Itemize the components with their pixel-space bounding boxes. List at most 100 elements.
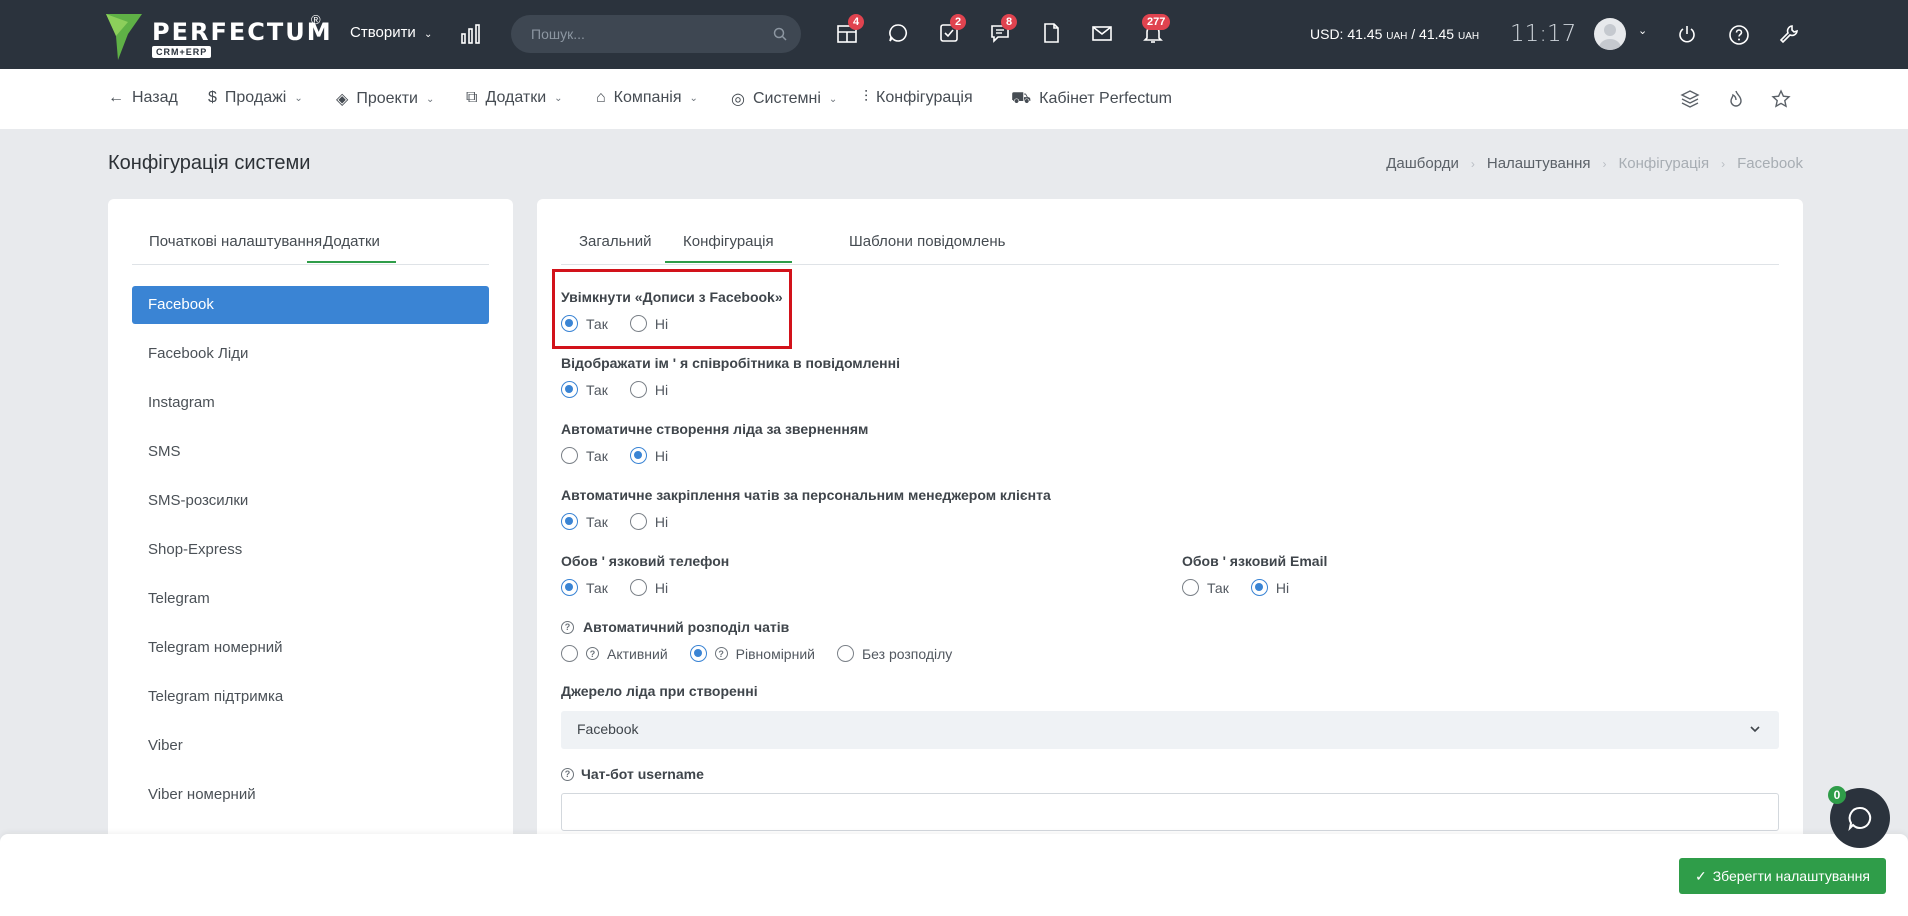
radio-no[interactable] (1250, 579, 1268, 596)
save-settings-button[interactable]: ✓ Зберегти налаштування (1678, 858, 1886, 894)
sidebar-item-instagram[interactable]: Instagram (132, 384, 489, 422)
radio-yes[interactable] (561, 513, 578, 530)
radio-yes[interactable] (561, 447, 578, 464)
sidebar-item-facebook[interactable]: Facebook (132, 286, 489, 324)
radio-label: Так (1207, 579, 1229, 596)
radio-no[interactable] (629, 447, 647, 464)
radio-group-auto-assign-manager: Так Ні (561, 513, 668, 530)
projects-badge: 4 (848, 14, 865, 30)
nav-addons-label: Додатки (485, 89, 547, 106)
currency-unit-2: UAH (1457, 31, 1480, 42)
messages-icon[interactable]: 8 (989, 14, 1018, 48)
nav-projects[interactable]: ◈ Проекти ⌄ (336, 89, 434, 109)
cart-icon: ⛟ (1011, 90, 1032, 107)
nav-company-label: Компанія (613, 89, 682, 106)
radio-group-show-employee-name: Так Ні (561, 381, 668, 398)
wrench-icon[interactable] (1778, 23, 1800, 45)
radio-no[interactable] (629, 513, 647, 530)
field-label-auto-assign-manager: Автоматичне закріплення чатів за персона… (561, 487, 1051, 503)
globe-icon: ◎ (731, 91, 745, 108)
addons-sidebar: Початкові налаштування Додатки Facebook … (108, 199, 513, 899)
fire-icon[interactable] (1726, 89, 1746, 109)
radio-none[interactable] (836, 645, 854, 662)
nav-config[interactable]: ⫶ Конфігурація (864, 89, 973, 107)
radio-label: Ні (654, 447, 669, 464)
star-icon[interactable] (1771, 89, 1791, 109)
currency-rate: USD: 41.45 UAH / 41.45 UAH (1310, 26, 1479, 42)
radio-no[interactable] (629, 315, 647, 332)
nav-addons[interactable]: ⧉ Додатки ⌄ (466, 89, 563, 107)
breadcrumb-dashboards[interactable]: Дашборди (1386, 155, 1459, 172)
chevron-down-icon: ⌄ (424, 29, 433, 40)
radio-even[interactable] (689, 645, 707, 662)
logo[interactable]: PERFECTUM ® CRM+ERP (106, 12, 331, 60)
radio-active[interactable] (561, 645, 578, 662)
save-settings-label: Зберегти налаштування (1712, 868, 1870, 884)
question-icon[interactable]: ? (561, 767, 574, 781)
search-icon[interactable] (773, 27, 787, 41)
breadcrumb: Дашборди › Налаштування › Конфігурація ›… (1386, 155, 1803, 172)
radio-no[interactable] (629, 579, 647, 596)
projects-icon[interactable]: 4 (836, 14, 865, 48)
chat-bubble-icon (1848, 806, 1872, 831)
tab-initial-settings[interactable]: Початкові налаштування (149, 233, 322, 250)
logo-mark-icon (106, 14, 142, 60)
create-dropdown[interactable]: Створити ⌄ (350, 24, 432, 41)
tab-general[interactable]: Загальний (579, 233, 652, 250)
radio-yes[interactable] (561, 579, 578, 596)
search-box[interactable]: Пошук... (511, 15, 801, 53)
chatbot-username-input[interactable] (561, 793, 1779, 831)
search-input[interactable]: Пошук... (531, 26, 585, 42)
breadcrumb-facebook: Facebook (1737, 155, 1803, 172)
lead-source-select[interactable]: Facebook (561, 711, 1779, 749)
nav-system[interactable]: ◎ Системні ⌄ (731, 89, 837, 109)
sidebar-item-viber-number[interactable]: Viber номерний (132, 776, 489, 814)
nav-sales[interactable]: $ Продажі ⌄ (208, 89, 303, 107)
radio-no[interactable] (629, 381, 647, 398)
radio-yes[interactable] (561, 381, 578, 398)
layers-icon[interactable] (1680, 89, 1700, 109)
chevron-down-icon[interactable]: ⌄ (1638, 24, 1647, 37)
chevron-down-icon: ⌄ (828, 93, 838, 105)
logo-text: PERFECTUM (152, 18, 333, 46)
tab-configuration[interactable]: Конфігурація (665, 233, 792, 263)
nav-company[interactable]: ⌂ Компанія ⌄ (596, 89, 698, 107)
nav-projects-label: Проекти (356, 90, 418, 107)
tasks-icon[interactable]: 2 (938, 14, 967, 48)
breadcrumb-settings[interactable]: Налаштування (1487, 155, 1591, 172)
question-icon[interactable]: ? (561, 620, 574, 634)
sidebar-item-sms-mailing[interactable]: SMS-розсилки (132, 482, 489, 520)
chat-widget-button[interactable]: 0 (1828, 786, 1890, 848)
sidebar-item-sms[interactable]: SMS (132, 433, 489, 471)
tab-message-templates[interactable]: Шаблони повідомлень (849, 233, 1005, 250)
sidebar-item-facebook-leads[interactable]: Facebook Ліди (132, 335, 489, 373)
radio-label: Рівномірний (735, 645, 815, 662)
sidebar-item-telegram-support[interactable]: Telegram підтримка (132, 678, 489, 716)
avatar[interactable] (1594, 18, 1626, 50)
page-title: Конфігурація системи (108, 152, 311, 174)
bell-icon[interactable]: 277 (1142, 14, 1171, 48)
bar-chart-icon[interactable] (460, 24, 482, 44)
radio-yes[interactable] (1182, 579, 1199, 596)
chevron-down-icon: ⌄ (689, 92, 698, 104)
radio-label: Ні (654, 315, 669, 332)
radio-yes[interactable] (561, 315, 578, 332)
tab-addons[interactable]: Додатки (307, 233, 396, 263)
sidebar-item-telegram-number[interactable]: Telegram номерний (132, 629, 489, 667)
radio-label: Ні (1275, 579, 1290, 596)
sidebar-item-viber[interactable]: Viber (132, 727, 489, 765)
mail-icon[interactable] (1091, 22, 1117, 48)
question-icon[interactable]: ? (586, 647, 599, 660)
document-icon[interactable] (1040, 22, 1066, 48)
breadcrumb-config[interactable]: Конфігурація (1619, 155, 1710, 172)
help-icon[interactable] (1728, 24, 1750, 46)
currency-unit: UAH (1386, 31, 1408, 42)
question-icon[interactable]: ? (714, 647, 728, 660)
nav-cabinet[interactable]: ⛟ Кабінет Perfectum (1011, 89, 1172, 109)
nav-back[interactable]: ← Назад (108, 89, 178, 107)
chat-bubble-icon[interactable] (887, 22, 913, 48)
chevron-right-icon: › (1721, 156, 1726, 171)
sidebar-item-telegram[interactable]: Telegram (132, 580, 489, 618)
sidebar-item-shop-express[interactable]: Shop-Express (132, 531, 489, 569)
power-icon[interactable] (1677, 24, 1697, 44)
